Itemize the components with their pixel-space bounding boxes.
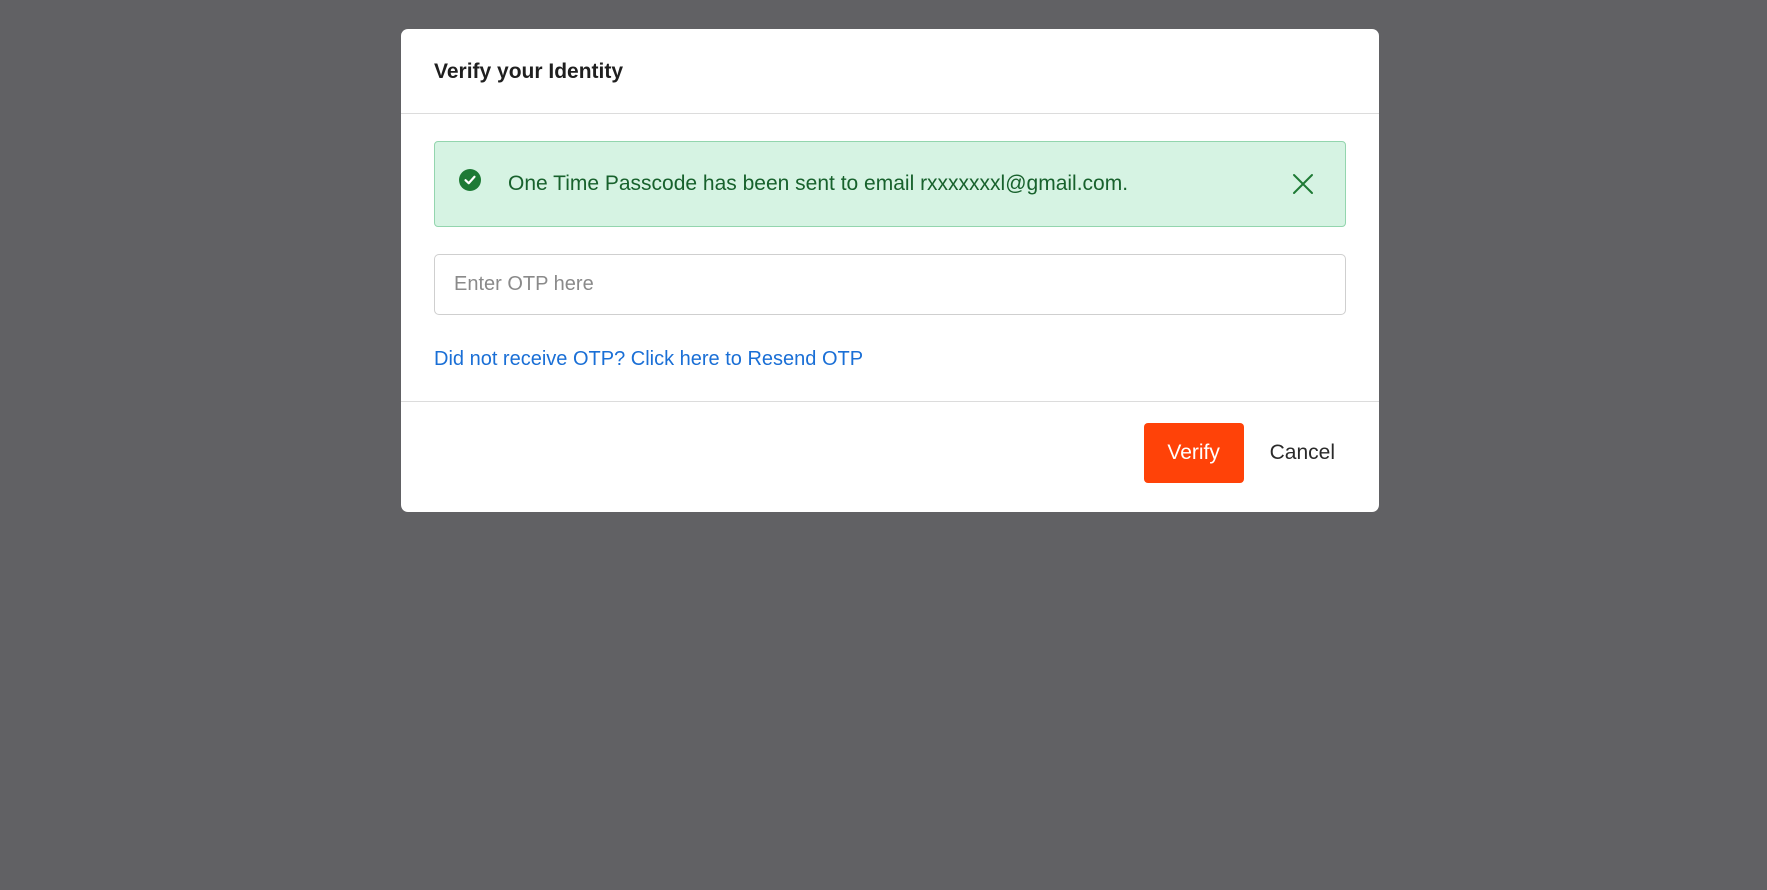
verify-button[interactable]: Verify xyxy=(1143,423,1244,483)
dialog-title: Verify your Identity xyxy=(434,60,624,83)
dialog-header: Verify your Identity xyxy=(401,29,1379,114)
resend-otp-link[interactable]: Did not receive OTP? Click here to Resen… xyxy=(434,348,863,371)
check-circle-icon xyxy=(459,169,481,191)
verify-identity-dialog: Verify your Identity One Time Passcode h… xyxy=(401,29,1379,512)
dialog-footer: Verify Cancel xyxy=(401,402,1379,512)
cancel-button[interactable]: Cancel xyxy=(1266,423,1339,483)
dialog-body: One Time Passcode has been sent to email… xyxy=(401,114,1379,402)
otp-input[interactable] xyxy=(434,254,1346,315)
close-icon[interactable] xyxy=(1289,170,1317,198)
success-alert: One Time Passcode has been sent to email… xyxy=(434,141,1346,227)
alert-message: One Time Passcode has been sent to email… xyxy=(508,172,1129,195)
